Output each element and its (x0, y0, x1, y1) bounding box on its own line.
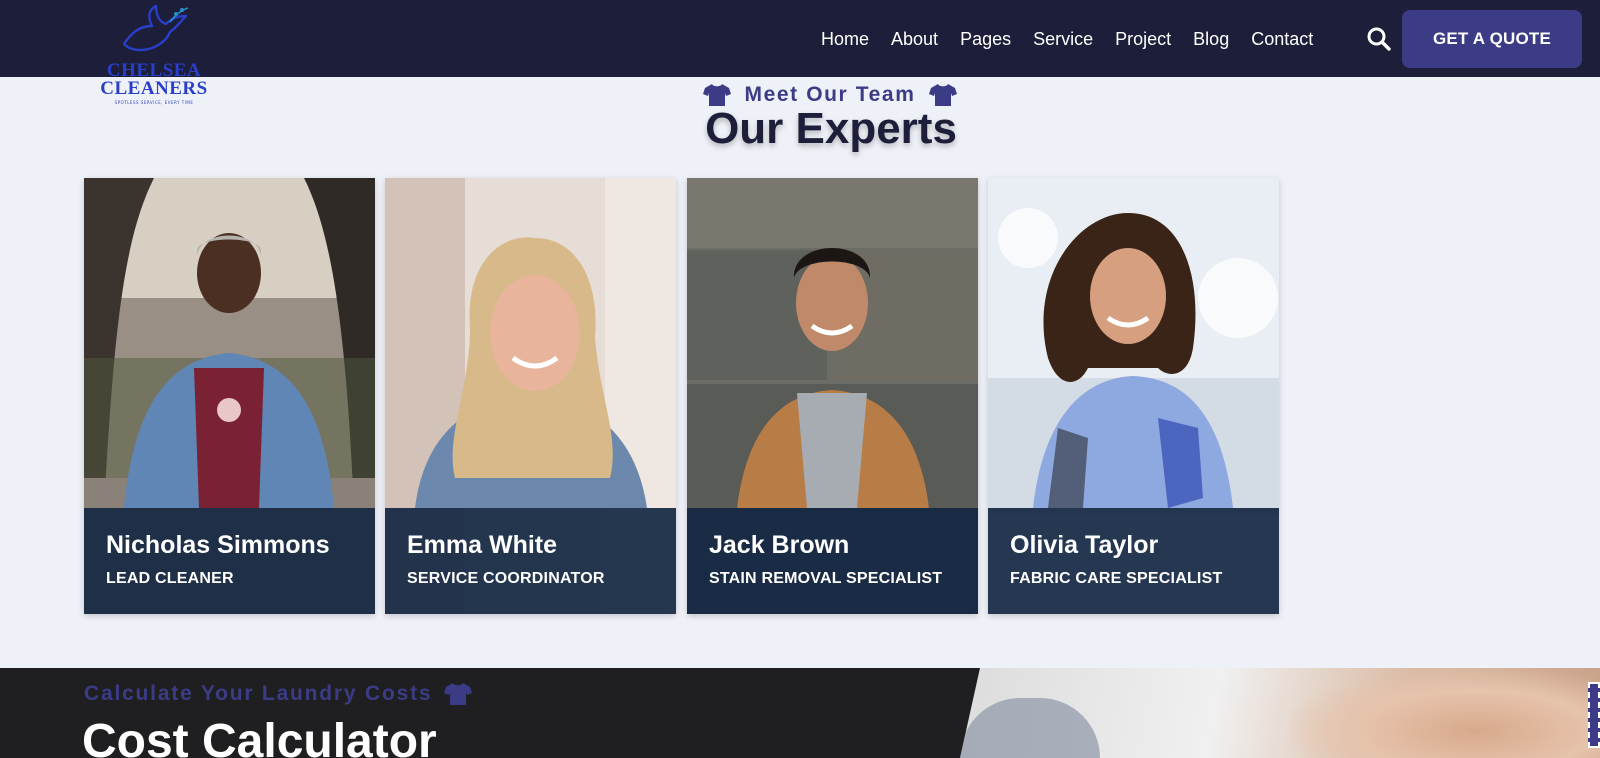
team-caption: Jack Brown STAIN REMOVAL SPECIALIST (687, 508, 978, 614)
team-card[interactable]: Nicholas Simmons LEAD CLEANER (84, 178, 375, 614)
main-nav: Home About Pages Service Project Blog Co… (821, 27, 1335, 51)
nav-home[interactable]: Home (821, 27, 869, 51)
tshirt-icon (444, 683, 473, 705)
member-name: Olivia Taylor (1010, 531, 1159, 559)
nav-about[interactable]: About (891, 27, 938, 51)
logo-tagline: SPOTLESS SERVICE, EVERY TIME (114, 100, 194, 105)
team-caption: Emma White SERVICE COORDINATOR (385, 508, 676, 614)
nav-pages[interactable]: Pages (960, 27, 1011, 51)
logo-line-2: CLEANERS (100, 78, 208, 99)
member-role: SERVICE COORDINATOR (407, 570, 605, 587)
calculator-eyebrow: Calculate Your Laundry Costs (84, 682, 473, 706)
side-scroll-marker[interactable] (1588, 682, 1600, 748)
team-card[interactable]: Jack Brown STAIN REMOVAL SPECIALIST (687, 178, 978, 614)
calculator-title: Cost Calculator (82, 715, 437, 758)
get-a-quote-button[interactable]: GET A QUOTE (1402, 10, 1582, 68)
section-title: Our Experts (705, 104, 957, 153)
nav-blog[interactable]: Blog (1193, 27, 1229, 51)
site-header: Home About Pages Service Project Blog Co… (0, 0, 1600, 77)
calculator-background-photo (960, 668, 1600, 758)
team-card[interactable]: Olivia Taylor FABRIC CARE SPECIALIST (988, 178, 1279, 614)
team-caption: Nicholas Simmons LEAD CLEANER (84, 508, 375, 614)
member-role: STAIN REMOVAL SPECIALIST (709, 570, 943, 587)
team-card[interactable]: Emma White SERVICE COORDINATOR (385, 178, 676, 614)
cost-calculator-section: Calculate Your Laundry Costs Cost Calcul… (0, 668, 1600, 758)
member-name: Emma White (407, 531, 558, 559)
team-caption: Olivia Taylor FABRIC CARE SPECIALIST (988, 508, 1279, 614)
member-role: FABRIC CARE SPECIALIST (1010, 570, 1223, 587)
search-icon[interactable] (1366, 26, 1392, 52)
calculator-eyebrow-text: Calculate Your Laundry Costs (84, 682, 433, 705)
member-name: Jack Brown (709, 531, 850, 559)
brand-logo[interactable]: CHELSEA CLEANERS SPOTLESS SERVICE, EVERY… (100, 2, 208, 106)
member-role: LEAD CLEANER (106, 570, 234, 587)
nav-project[interactable]: Project (1115, 27, 1171, 51)
nav-contact[interactable]: Contact (1251, 27, 1313, 51)
nav-service[interactable]: Service (1033, 27, 1093, 51)
dove-icon (122, 4, 189, 52)
member-name: Nicholas Simmons (106, 531, 330, 559)
